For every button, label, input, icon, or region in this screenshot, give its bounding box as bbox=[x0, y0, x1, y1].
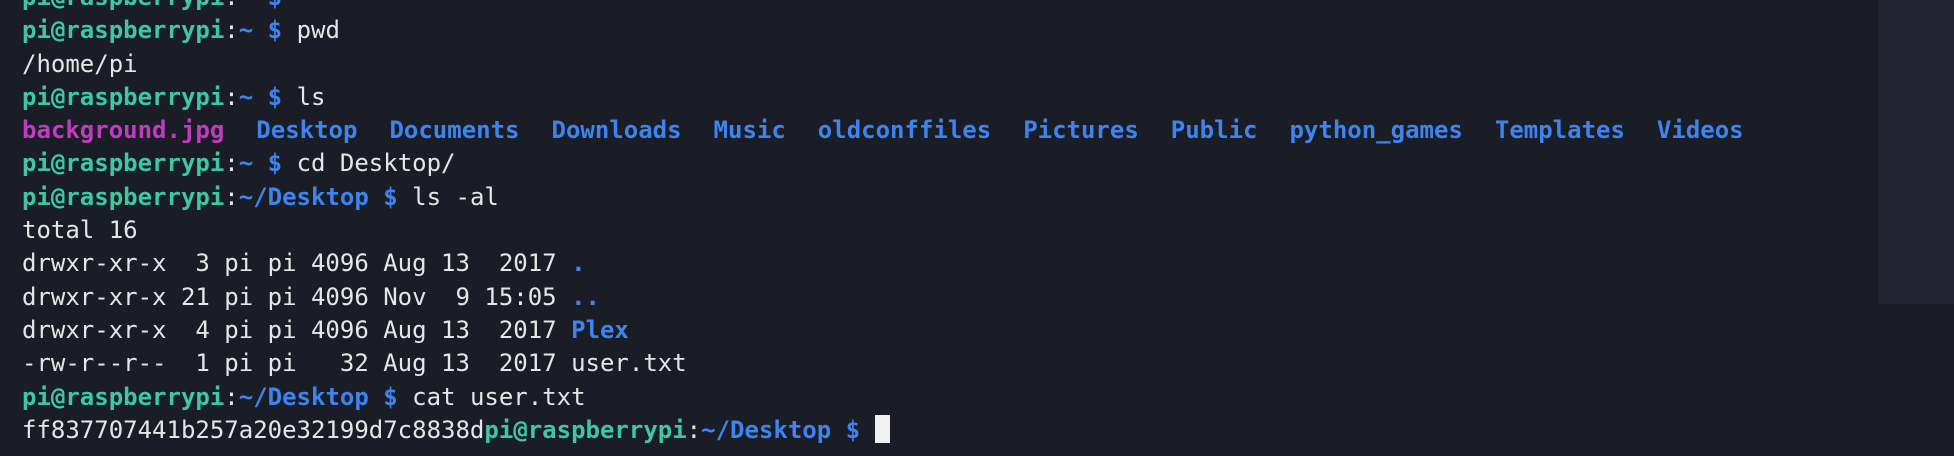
prompt-dollar: $ bbox=[268, 0, 282, 11]
prompt-separator: : bbox=[224, 182, 239, 211]
prompt-path: ~ bbox=[238, 149, 254, 178]
command-text: ls -al bbox=[412, 182, 499, 211]
prompt-line: pi@raspberrypi:~ $ cd Desktop/ bbox=[22, 147, 1744, 180]
prompt-dollar: $ bbox=[383, 382, 398, 411]
listing-name: .. bbox=[571, 282, 600, 311]
listing-row: drwxr-xr-x 3 pi pi 4096 Aug 13 2017 . bbox=[22, 247, 1744, 280]
listing-meta: drwxr-xr-x 21 pi pi 4096 Nov 9 15:05 bbox=[22, 282, 572, 311]
prompt-user-host: pi@raspberrypi bbox=[22, 382, 225, 411]
prompt-user-host: pi@raspberrypi bbox=[22, 149, 225, 178]
cat-output: ff837707441b257a20e32199d7c8838d bbox=[22, 415, 485, 444]
ls-entry: Pictures bbox=[1023, 116, 1139, 145]
output-line: /home/pi bbox=[22, 48, 1744, 81]
prompt-path: ~/Desktop bbox=[701, 415, 832, 444]
prompt-line: pi@raspberrypi:~ $ bbox=[22, 0, 1744, 14]
prompt-dollar: $ bbox=[383, 182, 398, 211]
listing-name: . bbox=[571, 249, 586, 278]
prompt-dollar: $ bbox=[267, 82, 283, 111]
prompt-separator: : bbox=[224, 16, 239, 45]
prompt-line: pi@raspberrypi:~/Desktop $ cat user.txt bbox=[22, 381, 1744, 414]
prompt-user-host: pi@raspberrypi bbox=[22, 182, 225, 211]
listing-name: Plex bbox=[571, 315, 629, 344]
listing-row: drwxr-xr-x 21 pi pi 4096 Nov 9 15:05 .. bbox=[22, 281, 1744, 314]
listing-meta: drwxr-xr-x 4 pi pi 4096 Aug 13 2017 bbox=[22, 315, 572, 344]
prompt-dollar: $ bbox=[267, 16, 283, 45]
output-text: total 16 bbox=[22, 216, 138, 245]
final-line: ff837707441b257a20e32199d7c8838dpi@raspb… bbox=[22, 414, 1744, 447]
ls-entry: Desktop bbox=[256, 116, 358, 145]
ls-entry: Music bbox=[713, 116, 786, 145]
ls-entry: Public bbox=[1170, 116, 1258, 145]
text-cursor[interactable] bbox=[874, 414, 890, 443]
prompt-separator: : bbox=[224, 149, 239, 178]
prompt-user-host: pi@raspberrypi bbox=[22, 0, 224, 11]
output-text: /home/pi bbox=[22, 49, 138, 78]
prompt-separator: : bbox=[686, 415, 702, 444]
scrollbar-track[interactable] bbox=[1878, 0, 1954, 304]
ls-entry: python_games bbox=[1289, 116, 1463, 145]
ls-entry: Videos bbox=[1656, 116, 1744, 145]
ls-entry: Documents bbox=[389, 116, 520, 145]
ls-entry: Downloads bbox=[551, 116, 682, 145]
listing-name: user.txt bbox=[571, 349, 687, 378]
ls-entry: background.jpg bbox=[22, 116, 225, 145]
output-line: total 16 bbox=[22, 214, 1744, 247]
ls-output-line: background.jpg Desktop Documents Downloads M… bbox=[22, 114, 1744, 147]
command-text: ls bbox=[296, 82, 326, 111]
prompt-line: pi@raspberrypi:~ $ ls bbox=[22, 81, 1744, 114]
prompt-path: ~ bbox=[238, 16, 254, 45]
ls-entry: Templates bbox=[1494, 116, 1625, 145]
terminal-output: pi@raspberrypi:~ $ pi@raspberrypi:~ $ pw… bbox=[22, 0, 1744, 447]
prompt-path: ~ bbox=[239, 0, 253, 11]
prompt-path: ~/Desktop bbox=[238, 182, 369, 211]
prompt-user-host: pi@raspberrypi bbox=[22, 16, 225, 45]
prompt-user-host: pi@raspberrypi bbox=[484, 415, 687, 444]
prompt-dollar: $ bbox=[267, 149, 283, 178]
prompt-dollar: $ bbox=[845, 415, 861, 444]
command-text: cat user.txt bbox=[412, 382, 586, 411]
prompt-path: ~ bbox=[238, 82, 254, 111]
listing-meta: -rw-r--r-- 1 pi pi 32 Aug 13 2017 bbox=[22, 349, 572, 378]
command-text: cd Desktop/ bbox=[296, 149, 456, 178]
listing-row: drwxr-xr-x 4 pi pi 4096 Aug 13 2017 Plex bbox=[22, 314, 1744, 347]
terminal-window[interactable]: pi@raspberrypi:~ $ pi@raspberrypi:~ $ pw… bbox=[0, 0, 1954, 456]
prompt-separator: : bbox=[224, 82, 239, 111]
command-text: pwd bbox=[296, 16, 340, 45]
prompt-separator: : bbox=[224, 0, 238, 11]
listing-row: -rw-r--r-- 1 pi pi 32 Aug 13 2017 user.t… bbox=[22, 347, 1744, 380]
prompt-user-host: pi@raspberrypi bbox=[22, 82, 225, 111]
listing-meta: drwxr-xr-x 3 pi pi 4096 Aug 13 2017 bbox=[22, 249, 572, 278]
prompt-separator: : bbox=[224, 382, 239, 411]
ls-entry: oldconffiles bbox=[817, 116, 992, 145]
prompt-path: ~/Desktop bbox=[238, 382, 369, 411]
prompt-line: pi@raspberrypi:~ $ pwd bbox=[22, 14, 1744, 47]
prompt-line: pi@raspberrypi:~/Desktop $ ls -al bbox=[22, 181, 1744, 214]
